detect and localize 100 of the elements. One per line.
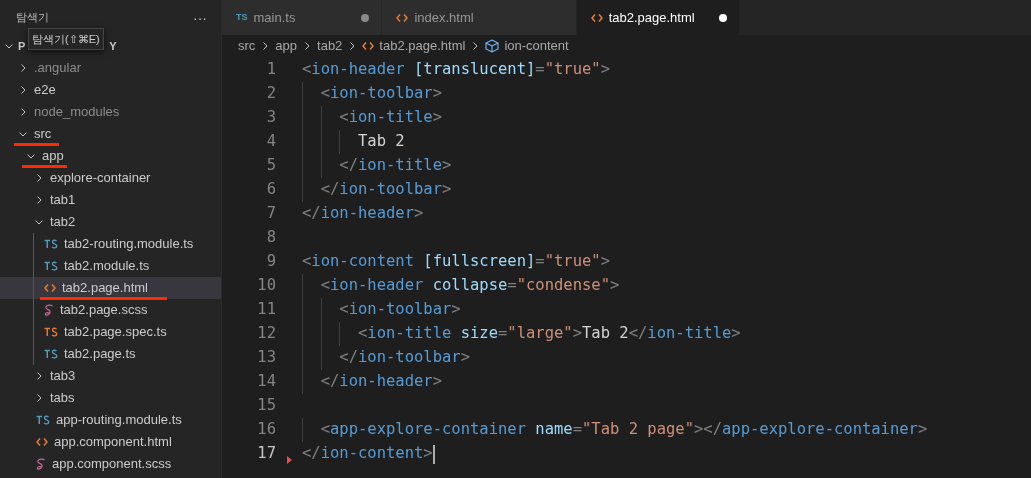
tab-label: tab2.page.html bbox=[608, 8, 695, 27]
line-number: 7 bbox=[265, 203, 276, 225]
file-item[interactable]: app-routing.module.ts bbox=[0, 409, 221, 431]
item-label: node_modules bbox=[34, 103, 120, 122]
typescript-file-icon bbox=[44, 349, 58, 359]
file-item[interactable]: tab2.page.html bbox=[0, 277, 221, 299]
code-token: > bbox=[600, 251, 610, 273]
sass-file-icon bbox=[44, 303, 54, 317]
line-number: 16 bbox=[256, 419, 276, 441]
line-number: 6 bbox=[265, 179, 276, 201]
code-token: </ bbox=[320, 179, 340, 201]
code-token: > bbox=[414, 203, 424, 225]
code-token: ion-toolbar bbox=[339, 179, 442, 201]
code-token: > bbox=[432, 83, 442, 105]
folder-item[interactable]: e2e bbox=[0, 79, 221, 101]
breadcrumb-item[interactable]: tab2.page.html bbox=[362, 36, 466, 56]
typescript-file-icon bbox=[36, 415, 50, 425]
item-label: e2e bbox=[34, 81, 56, 100]
code-token: > bbox=[572, 323, 582, 345]
line-number: 15 bbox=[256, 395, 276, 417]
code-token: < bbox=[320, 83, 330, 105]
editor-tab[interactable]: tab2.page.html bbox=[576, 0, 740, 35]
chevron-right-icon bbox=[34, 393, 44, 403]
folder-item[interactable]: .angular bbox=[0, 57, 221, 79]
file-item[interactable]: tab2.page.spec.ts bbox=[0, 321, 221, 343]
code-token: ion-toolbar bbox=[330, 83, 433, 105]
sass-file-icon bbox=[36, 457, 46, 471]
item-label: tab2.module.ts bbox=[64, 257, 150, 276]
workspace-name: Y bbox=[109, 38, 117, 54]
code-token: Tab 2 bbox=[357, 131, 405, 153]
file-item[interactable]: app.component.scss bbox=[0, 453, 221, 475]
chevron-right-icon bbox=[34, 195, 44, 205]
editor-tab[interactable]: index.html bbox=[382, 0, 577, 35]
folder-item[interactable]: node_modules bbox=[0, 101, 221, 123]
code-token: name bbox=[534, 419, 573, 441]
code-token: </ bbox=[302, 203, 321, 225]
breadcrumb-item[interactable]: app bbox=[275, 36, 298, 56]
code-token: collapse bbox=[431, 275, 508, 297]
folder-item[interactable]: explore-container bbox=[0, 167, 221, 189]
code-brackets-icon bbox=[44, 283, 56, 293]
line-number: 1 bbox=[265, 59, 276, 81]
code-token: ion-content bbox=[311, 251, 414, 273]
code-token: ion-title bbox=[358, 155, 442, 177]
code-token: ion-toolbar bbox=[358, 347, 461, 369]
item-label: app-routing.module.ts bbox=[56, 411, 182, 430]
more-actions-button[interactable]: ··· bbox=[193, 10, 207, 25]
line-number: 11 bbox=[256, 299, 276, 321]
folder-item[interactable]: tab1 bbox=[0, 189, 221, 211]
item-label: explore-container bbox=[50, 169, 151, 188]
item-label: tab2.page.ts bbox=[64, 345, 136, 364]
code-token: < bbox=[320, 275, 330, 297]
workspace-name: P bbox=[18, 38, 26, 54]
code-token: </ bbox=[302, 443, 321, 465]
code-token: > bbox=[442, 179, 452, 201]
cube-icon bbox=[485, 39, 500, 53]
code-token: = bbox=[498, 323, 508, 345]
code-token: </ bbox=[339, 155, 358, 177]
code-token: ion-title bbox=[348, 107, 433, 129]
editor-tab[interactable]: TS main.ts bbox=[222, 0, 383, 35]
item-label: tab1 bbox=[50, 191, 76, 210]
item-label: app.component.scss bbox=[52, 455, 172, 474]
code-token: ion-content bbox=[320, 443, 424, 465]
chevron-down-icon bbox=[34, 217, 44, 227]
folder-item[interactable]: tab3 bbox=[0, 365, 221, 387]
item-label: app bbox=[42, 147, 64, 166]
chevron-down-icon bbox=[4, 41, 14, 51]
chevron-right-icon bbox=[18, 63, 28, 73]
code-token: < bbox=[339, 107, 349, 129]
line-number: 10 bbox=[256, 275, 276, 297]
typescript-file-icon: TS bbox=[236, 10, 248, 25]
file-item[interactable]: tab2.page.scss bbox=[0, 299, 221, 321]
code-token: < bbox=[302, 251, 312, 273]
code-token: "true" bbox=[544, 251, 601, 273]
code-token: ion-header bbox=[311, 59, 405, 81]
sidebar-title: 탐색기 bbox=[16, 10, 49, 26]
tab-label: index.html bbox=[414, 8, 474, 27]
item-label: tab2.page.html bbox=[62, 279, 148, 298]
code-token: > bbox=[423, 443, 433, 465]
chevron-right-icon bbox=[34, 371, 44, 381]
tooltip: 탐색기(⇧⌘E) bbox=[28, 28, 104, 50]
code-token: </ bbox=[339, 347, 358, 369]
code-token: > bbox=[451, 299, 461, 321]
code-token: > bbox=[460, 347, 470, 369]
breadcrumb-item[interactable]: ion-content bbox=[485, 36, 569, 56]
breadcrumb-item[interactable]: tab2 bbox=[317, 36, 343, 56]
code-token: ion-header bbox=[320, 203, 414, 225]
folder-item[interactable]: tab2 bbox=[0, 211, 221, 233]
code-token: "Tab 2 page" bbox=[582, 419, 694, 441]
breadcrumb-item[interactable]: src bbox=[238, 36, 256, 56]
file-item[interactable]: tab2.page.ts bbox=[0, 343, 221, 365]
item-label: tab2-routing.module.ts bbox=[64, 235, 194, 254]
folder-item[interactable]: app bbox=[0, 145, 221, 167]
file-item[interactable]: app.component.html bbox=[0, 431, 221, 453]
code-token: "condense" bbox=[516, 275, 610, 297]
item-label: tab3 bbox=[50, 367, 76, 386]
folder-item[interactable]: src bbox=[0, 123, 221, 145]
chevron-right-icon bbox=[18, 85, 28, 95]
file-item[interactable]: tab2-routing.module.ts bbox=[0, 233, 221, 255]
code-token: [fullscreen] bbox=[422, 251, 536, 273]
folder-item[interactable]: tabs bbox=[0, 387, 221, 409]
